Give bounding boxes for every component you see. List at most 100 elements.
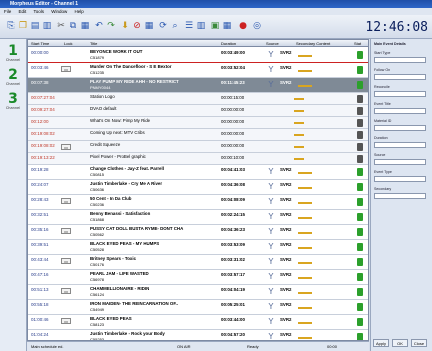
close-button[interactable]: Close	[411, 339, 427, 347]
col-stat[interactable]: Stat	[354, 40, 361, 47]
lock-toggle[interactable]: ▭	[61, 228, 71, 234]
panel-field-input[interactable]	[374, 159, 426, 165]
lock-toggle[interactable]: ▭	[61, 288, 71, 294]
table-row[interactable]: 00:47:16 PEARL JAM - LIFE WASTED C56978 00:…	[28, 270, 368, 285]
globe-icon[interactable]: ◎	[252, 20, 262, 32]
ok-button[interactable]: OK	[392, 339, 408, 347]
row-duration: 00:03:53:09	[221, 242, 245, 247]
lock-toggle[interactable]: ▭	[61, 198, 71, 204]
row-duration: 00:02:24:15	[221, 212, 245, 217]
save-icon[interactable]: ▤	[30, 20, 40, 32]
status-indicator-icon	[357, 243, 363, 251]
table-row[interactable]: 00:39:51 BLACK EYED PEAS - MY HUMPS C50528…	[28, 240, 368, 255]
refresh-icon[interactable]: ⟳	[158, 20, 168, 32]
columns-icon[interactable]: ▥	[196, 20, 206, 32]
row-material-id: PNMY0044	[90, 85, 111, 90]
source-icon: Y	[268, 302, 274, 311]
table-row[interactable]: 00:24:07 Justin Timberlake - Cry Me A Riv…	[28, 180, 368, 195]
table-row[interactable]: 00:07:38 PLAY PUMP MY RIDE AHH - NO RESTR…	[28, 78, 368, 93]
row-duration: 00:00:00:00	[221, 143, 245, 148]
table-row[interactable]: 00:07:27:04 Station Logo 00:00:15:00	[28, 93, 368, 105]
lock-toggle[interactable]: ▭	[61, 258, 71, 264]
undo-icon[interactable]: ↶	[94, 20, 104, 32]
row-start-time: 00:19:13:22	[31, 155, 55, 160]
lock-toggle[interactable]: ▭	[61, 318, 71, 324]
list-icon[interactable]: ☰	[184, 20, 194, 32]
play-icon[interactable]: ▣	[210, 20, 220, 32]
table-row[interactable]: 00:00:00 BEYONCE WORK IT OUT C51879 00:03:4…	[28, 48, 368, 63]
find-icon[interactable]: ⌕	[170, 20, 180, 32]
insert-icon[interactable]: ⬇	[120, 20, 130, 32]
table-row[interactable]: 00:43:44 ▭ Britney Spears - Toxic C50176 00:…	[28, 255, 368, 270]
row-title: CHAMMELLIONAIRE - RIDIN	[90, 286, 150, 291]
table-row[interactable]: 00:35:16 ▭ PUSSY CAT DOLL BUSTA RYME- DONT…	[28, 225, 368, 240]
table-row[interactable]: 00:03:46 ▭ Murder On The Dancefloor - S E …	[28, 63, 368, 78]
paste-icon[interactable]: ▦	[80, 20, 90, 32]
panel-field-input[interactable]	[374, 57, 426, 63]
row-title: BLACK EYED PEAS - MY HUMPS	[90, 241, 160, 246]
table-row[interactable]: 00:55:18 IRON MAIDEN- THE REINCARNATION O…	[28, 300, 368, 315]
channel-1-button[interactable]: 1 Channel	[3, 43, 23, 63]
table-row[interactable]: 00:51:13 ▭ CHAMMELLIONAIRE - RIDIN C56124 00…	[28, 285, 368, 300]
table-row[interactable]: 00:19:28 Change Clothes - Jay-Z feat. Par…	[28, 165, 368, 180]
channel-3-button[interactable]: 3 Channel	[3, 91, 23, 111]
apply-button[interactable]: Apply	[373, 339, 389, 347]
row-title: What's On Now: Pimp My Ride	[90, 118, 151, 123]
menu-file[interactable]: File	[4, 9, 11, 14]
table-row[interactable]: 00:09:27:04 DVAO default 00:00:00:00	[28, 105, 368, 117]
row-start-time: 00:03:46	[31, 65, 49, 70]
lock-toggle[interactable]: ▭	[61, 144, 71, 150]
panel-field-input[interactable]	[374, 193, 426, 199]
row-title: Benny Benassi - Satisfaction	[90, 211, 151, 216]
lock-toggle[interactable]: ▭	[61, 66, 71, 72]
panel-field-input[interactable]	[374, 91, 426, 97]
event-details-panel: Main Event Details Start Type Follow On Re…	[370, 39, 432, 351]
channel-sidebar: 1 Channel 2 Channel 3 Channel	[0, 39, 27, 351]
source-icon: Y	[268, 317, 274, 326]
menu-tools[interactable]: Tools	[33, 9, 44, 14]
menu-window[interactable]: Window	[51, 9, 67, 14]
col-start-time[interactable]: Start Time	[31, 40, 49, 47]
open-icon[interactable]: ❐	[18, 20, 28, 32]
col-duration[interactable]: Duration	[221, 40, 236, 47]
copy-icon[interactable]: ⧉	[68, 20, 78, 32]
table-row[interactable]: 01:04:24 Justin Timberlake - Rock your Bo…	[28, 330, 368, 340]
table-row[interactable]: 00:19:13:22 Pixel Power - ProBel graphic 0…	[28, 153, 368, 165]
table-icon[interactable]: ▦	[222, 20, 232, 32]
col-secondary[interactable]: Secondary Content	[296, 40, 330, 47]
panel-field-input[interactable]	[374, 108, 426, 114]
panel-field-input[interactable]	[374, 142, 426, 148]
new-icon[interactable]: ⎘	[6, 20, 16, 32]
panel-field-input[interactable]	[374, 176, 426, 182]
table-row[interactable]: 00:28:43 ▭ 50 Cent - In Da Club C50236 00:04…	[28, 195, 368, 210]
row-material-id: C50562	[90, 232, 105, 237]
table-row[interactable]: 00:12:00 What's On Now: Pimp My Ride 00:00…	[28, 117, 368, 129]
menu-edit[interactable]: Edit	[19, 9, 27, 14]
cut-icon[interactable]: ✂	[56, 20, 66, 32]
table-row[interactable]: 00:19:08:02 Coming Up next: MTV Cribs 00:0…	[28, 129, 368, 141]
table-row[interactable]: 00:19:08:02 ▭ Credit Squeeze 00:00:00:00	[28, 141, 368, 153]
menu-help[interactable]: Help	[75, 9, 84, 14]
row-server: SVR2	[280, 197, 292, 202]
secondary-event-icon	[294, 98, 304, 100]
window-titlebar: Morpheus Editor - Channel 1	[0, 0, 432, 8]
col-source[interactable]: Source	[266, 40, 279, 47]
alert-icon[interactable]: ●	[238, 20, 248, 32]
col-title[interactable]: Title	[90, 40, 97, 47]
channel-2-button[interactable]: 2 Channel	[3, 67, 23, 87]
save-all-icon[interactable]: ▥	[42, 20, 52, 32]
status-indicator-icon	[357, 143, 363, 151]
table-row[interactable]: 01:00:46 ▭ BLACK EYED PEAS C58123 00:03:44:0…	[28, 315, 368, 330]
stop-icon[interactable]: ⊘	[132, 20, 142, 32]
table-row[interactable]: 00:32:51 Benny Benassi - Satisfaction C518…	[28, 210, 368, 225]
redo-icon[interactable]: ↷	[106, 20, 116, 32]
channel-3-label: Channel	[5, 106, 21, 110]
status-indicator-icon	[357, 66, 363, 74]
col-lock[interactable]: Lock	[64, 40, 72, 47]
panel-field-input[interactable]	[374, 125, 426, 131]
row-start-time: 00:09:27:04	[31, 107, 55, 112]
grid-header: Start Time Lock Title Duration Source Se…	[28, 40, 368, 47]
row-start-time: 00:55:18	[31, 302, 49, 307]
grid-icon[interactable]: ▦	[144, 20, 154, 32]
panel-field-input[interactable]	[374, 74, 426, 80]
